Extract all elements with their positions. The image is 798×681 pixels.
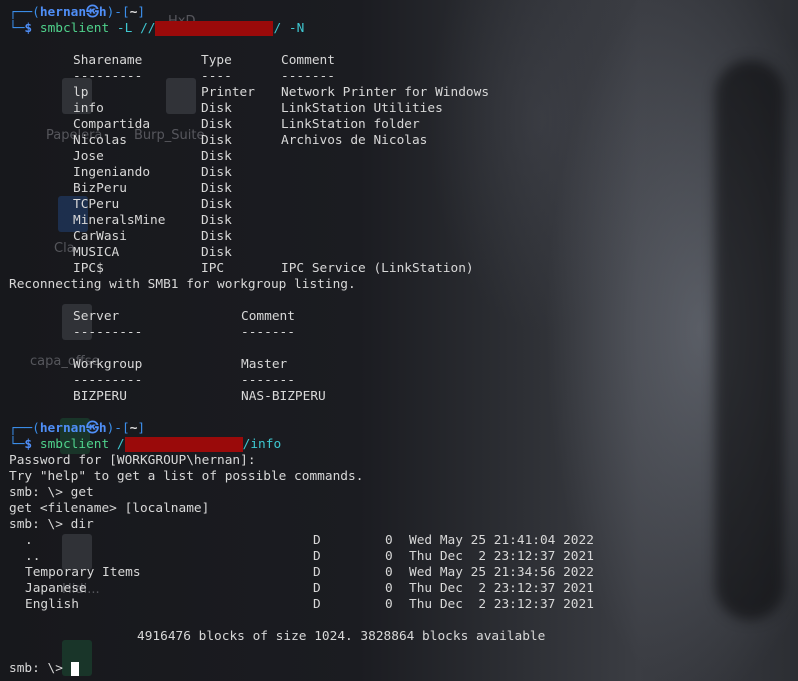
share-name: BizPeru (73, 181, 127, 196)
share-type: Disk (201, 117, 232, 132)
file-name: English (25, 597, 79, 612)
redacted-host (124, 437, 243, 452)
file-size: 0 (385, 581, 393, 596)
file-row: English D 0 Thu Dec 2 23:12:37 2021 (9, 597, 798, 613)
share-name: MUSICA (73, 245, 120, 260)
share-row: MineralsMine Disk (9, 213, 798, 229)
file-date: Thu Dec 2 23:12:37 2021 (409, 549, 594, 564)
share-row: Ingeniando Disk (9, 165, 798, 181)
file-row: .. D 0 Thu Dec 2 23:12:37 2021 (9, 549, 798, 565)
get-usage: get <filename> [localname] (9, 501, 210, 516)
workgroup-table-rule: --------- ------- (73, 373, 295, 388)
share-name: CarWasi (73, 229, 127, 244)
prompt-line: ┌──(hernan㉿h)-[~] (9, 5, 146, 20)
file-date: Thu Dec 2 23:12:37 2021 (409, 597, 594, 612)
file-name: . (25, 533, 33, 548)
share-row: Nicolas Disk Archivos de Nicolas (9, 133, 798, 149)
share-row: Jose Disk (9, 149, 798, 165)
share-type: Disk (201, 229, 232, 244)
share-table-header: Sharename Type Comment (9, 53, 798, 69)
share-name: Ingeniando (73, 165, 151, 180)
file-name: Temporary Items (25, 565, 141, 580)
file-size: 0 (385, 597, 393, 612)
redacted-host (155, 21, 274, 36)
share-name: Jose (73, 149, 104, 164)
share-type: Disk (201, 101, 232, 116)
share-row: info Disk LinkStation Utilities (9, 101, 798, 117)
smb-prompt-input[interactable]: smb: \> (9, 661, 798, 677)
header-type: Type (201, 53, 232, 68)
file-attr: D (313, 533, 321, 548)
help-message: Try "help" to get a list of possible com… (9, 469, 364, 484)
header-sharename: Sharename (73, 53, 143, 68)
header-comment: Comment (281, 53, 335, 68)
reconnect-message: Reconnecting with SMB1 for workgroup lis… (9, 277, 356, 292)
text-cursor (70, 662, 79, 676)
share-table-rule: --------- ---- ------- (73, 69, 335, 84)
share-row: BizPeru Disk (9, 181, 798, 197)
file-date: Wed May 25 21:41:04 2022 (409, 533, 594, 548)
share-comment: IPC Service (LinkStation) (281, 261, 474, 276)
share-name: lp (73, 85, 89, 100)
share-name: MineralsMine (73, 213, 166, 228)
share-name: IPC$ (73, 261, 104, 276)
share-comment: Archivos de Nicolas (281, 133, 428, 148)
blocks-summary: 4916476 blocks of size 1024. 3828864 blo… (137, 629, 546, 644)
file-name: Japanese (25, 581, 87, 596)
file-size: 0 (385, 549, 393, 564)
share-row: MUSICA Disk (9, 245, 798, 261)
share-row: TCPeru Disk (9, 197, 798, 213)
command-line: └─$ smbclient //info (9, 437, 282, 452)
share-type: IPC (201, 261, 225, 276)
share-type: Disk (201, 181, 232, 196)
file-attr: D (313, 581, 321, 596)
prompt-line: ┌──(hernan㉿h)-[~] (9, 421, 146, 436)
share-row: CarWasi Disk (9, 229, 798, 245)
file-attr: D (313, 565, 321, 580)
share-row: lp Printer Network Printer for Windows (9, 85, 798, 101)
share-name: TCPeru (73, 197, 120, 212)
smb-command-dir: smb: \> dir (9, 517, 94, 532)
share-name: Compartida (73, 117, 151, 132)
file-row: . D 0 Wed May 25 21:41:04 2022 (9, 533, 798, 549)
terminal-window[interactable]: ┌──(hernan㉿h)-[~] └─$ smbclient -L /// -… (0, 0, 798, 681)
smb-command-get: smb: \> get (9, 485, 94, 500)
file-date: Wed May 25 21:34:56 2022 (409, 565, 594, 580)
file-row: Japanese D 0 Thu Dec 2 23:12:37 2021 (9, 581, 798, 597)
file-size: 0 (385, 533, 393, 548)
share-type: Disk (201, 165, 232, 180)
server-table-header: Server Comment (73, 309, 295, 324)
workgroup-table-header: Workgroup Master (73, 357, 288, 372)
file-attr: D (313, 597, 321, 612)
share-name: Nicolas (73, 133, 127, 148)
share-row: Compartida Disk LinkStation folder (9, 117, 798, 133)
share-comment: LinkStation Utilities (281, 101, 443, 116)
workgroup-row: BIZPERU NAS-BIZPERU (73, 389, 326, 404)
share-comment: LinkStation folder (281, 117, 420, 132)
share-type: Disk (201, 133, 232, 148)
share-type: Disk (201, 245, 232, 260)
file-attr: D (313, 549, 321, 564)
file-date: Thu Dec 2 23:12:37 2021 (409, 581, 594, 596)
share-name: info (73, 101, 104, 116)
share-row: IPC$ IPC IPC Service (LinkStation) (9, 261, 798, 277)
file-row: Temporary Items D 0 Wed May 25 21:34:56 202… (9, 565, 798, 581)
file-name: .. (25, 549, 41, 564)
share-type: Printer (201, 85, 255, 100)
file-size: 0 (385, 565, 393, 580)
password-prompt: Password for [WORKGROUP\hernan]: (9, 453, 256, 468)
share-type: Disk (201, 213, 232, 228)
server-table-rule: --------- ------- (73, 325, 295, 340)
command-line: └─$ smbclient -L /// -N (9, 21, 305, 36)
share-type: Disk (201, 149, 232, 164)
share-comment: Network Printer for Windows (281, 85, 490, 100)
share-type: Disk (201, 197, 232, 212)
